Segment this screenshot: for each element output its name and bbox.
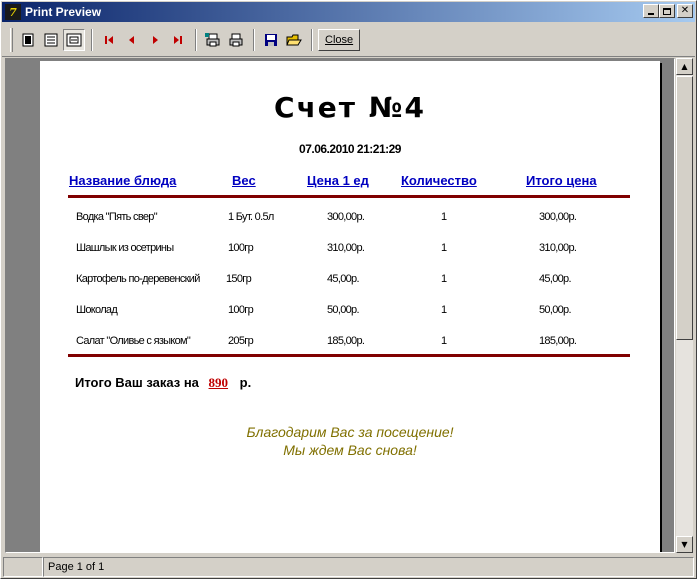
header-rule (68, 195, 630, 198)
maximize-button[interactable] (659, 4, 675, 18)
cell-name: Картофель по-деревенский (76, 273, 200, 285)
cell-unit-price: 50,00р. (327, 304, 360, 316)
maximize-icon (663, 7, 671, 15)
invoice-title: Счет №4 (274, 91, 426, 124)
cell-total-price: 300,00р. (539, 211, 577, 223)
toolbar-separator (195, 28, 197, 51)
scroll-down-button[interactable]: ▼ (676, 536, 693, 553)
open-icon (286, 34, 302, 45)
app-icon: 7 (5, 4, 21, 20)
cell-unit-price: 300,00р. (327, 211, 365, 223)
vertical-scrollbar[interactable]: ▲ ▼ (676, 58, 693, 553)
print-icon (229, 33, 243, 46)
last-page-button[interactable] (167, 29, 189, 51)
print-button[interactable] (225, 29, 247, 51)
one-page-button[interactable] (17, 29, 39, 51)
cell-total-price: 50,00р. (539, 304, 572, 316)
window-title: Print Preview (25, 5, 102, 19)
cell-weight: 100гр (228, 242, 254, 254)
window-controls: ✕ (643, 4, 693, 18)
column-header-quantity: Количество (401, 173, 477, 188)
cell-total-price: 310,00р. (539, 242, 577, 254)
cell-total-price: 185,00р. (539, 335, 577, 347)
prev-page-button[interactable] (121, 29, 143, 51)
cell-name: Шоколад (76, 304, 118, 316)
column-header-weight: Вес (232, 173, 256, 188)
close-icon: ✕ (680, 5, 690, 16)
cell-weight: 1 Бут. 0.5л (228, 211, 274, 223)
arrow-down-icon: ▼ (681, 540, 688, 549)
thanks-line-1: Благодарим Вас за посещение! (246, 424, 454, 440)
toolbar-separator (91, 28, 93, 51)
cell-total-price: 45,00р. (539, 273, 572, 285)
cell-quantity: 1 (441, 304, 447, 316)
print-preview-window: 7 Print Preview ✕ Close Счет №4 07.06.20… (0, 0, 697, 579)
cell-weight: 100гр (228, 304, 254, 316)
print-setup-icon (205, 32, 220, 46)
total-currency: р. (239, 375, 252, 390)
cell-quantity: 1 (441, 335, 447, 347)
last-page-icon (174, 35, 182, 44)
cell-quantity: 1 (441, 242, 447, 254)
title-bar[interactable]: 7 Print Preview ✕ (2, 2, 695, 22)
first-page-button[interactable] (98, 29, 120, 51)
page-paper: Счет №4 07.06.2010 21:21:29 Название блю… (40, 61, 660, 552)
cell-unit-price: 185,00р. (327, 335, 365, 347)
save-button[interactable] (260, 29, 282, 51)
open-button[interactable] (283, 29, 305, 51)
next-page-button[interactable] (144, 29, 166, 51)
cell-unit-price: 45,00р. (327, 273, 360, 285)
column-header-total-price: Итого цена (526, 173, 597, 188)
status-panel-empty (3, 557, 43, 577)
minimize-icon (648, 13, 654, 15)
invoice-datetime: 07.06.2010 21:21:29 (299, 142, 401, 156)
page-width-button[interactable] (40, 29, 62, 51)
first-page-icon (105, 35, 113, 44)
toolbar-grip[interactable] (10, 27, 13, 52)
scroll-up-button[interactable]: ▲ (676, 58, 693, 75)
minimize-button[interactable] (643, 4, 659, 18)
footer-rule (68, 354, 630, 357)
cell-name: Салат "Оливье с языком" (76, 335, 191, 347)
order-total: Итого Ваш заказ на 890 р. (75, 375, 251, 391)
cell-weight: 205гр (228, 335, 254, 347)
thanks-line-2: Мы ждем Вас снова! (283, 442, 417, 458)
cell-name: Водка "Пять свер" (76, 211, 158, 223)
column-header-unit-price: Цена 1 ед (307, 173, 369, 188)
cell-quantity: 1 (441, 211, 447, 223)
next-page-icon (153, 35, 158, 44)
cell-weight: 150гр (226, 273, 252, 285)
status-bar: Page 1 of 1 (3, 557, 694, 577)
close-button[interactable]: Close (318, 28, 361, 51)
cell-quantity: 1 (441, 273, 447, 285)
preview-area[interactable]: Счет №4 07.06.2010 21:21:29 Название блю… (5, 58, 675, 553)
toolbar: Close (2, 23, 695, 57)
toolbar-separator (253, 28, 255, 51)
column-header-name: Название блюда (69, 173, 177, 188)
page-width-icon (44, 33, 58, 46)
toolbar-separator (311, 28, 313, 51)
zoom-button[interactable] (63, 28, 85, 51)
arrow-up-icon: ▲ (681, 62, 688, 71)
save-icon (265, 33, 277, 46)
one-page-icon (22, 33, 34, 46)
total-amount: 890 (208, 375, 229, 390)
scroll-thumb[interactable] (676, 76, 693, 340)
print-setup-button[interactable] (202, 29, 224, 51)
cell-unit-price: 310,00р. (327, 242, 365, 254)
close-window-button[interactable]: ✕ (677, 4, 693, 18)
total-label: Итого Ваш заказ на (75, 375, 199, 390)
prev-page-icon (129, 35, 134, 44)
zoom-icon (66, 33, 82, 46)
status-page-indicator: Page 1 of 1 (43, 557, 694, 577)
cell-name: Шашлык из осетрины (76, 242, 174, 254)
